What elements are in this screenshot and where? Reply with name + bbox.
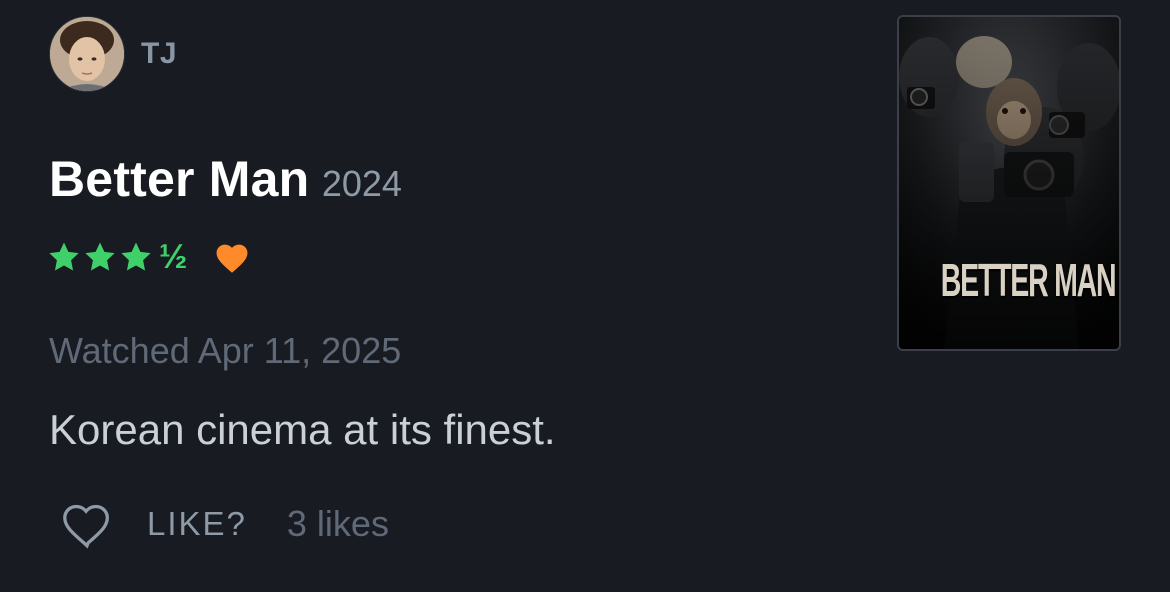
review-actions: LIKE? 3 likes [57,498,389,550]
film-poster[interactable]: BETTER MAN [897,15,1121,351]
likes-count[interactable]: 3 likes [287,503,389,545]
author-name[interactable]: TJ [141,37,177,71]
half-star: ½ [159,238,188,276]
like-button[interactable]: LIKE? [147,505,247,543]
author[interactable]: TJ [49,16,177,92]
liked-heart-icon [216,244,248,273]
film-title[interactable]: Better Man [49,151,309,207]
star-icon [49,242,79,271]
film-year[interactable]: 2024 [322,163,402,204]
star-rating: ½ [47,240,187,274]
poster-title: BETTER MAN [940,254,1117,306]
heart-outline-icon[interactable] [57,498,117,550]
film-heading: Better Man 2024 [49,150,402,208]
star-icon [85,242,115,271]
review-body: Korean cinema at its finest. [49,406,556,453]
review-card: TJ Better Man 2024 ½ Watched Apr 11, 202… [0,0,1170,592]
avatar[interactable] [49,16,125,92]
rating: ½ [47,240,251,274]
watched-date: Watched Apr 11, 2025 [49,330,402,371]
star-icon [121,242,151,271]
